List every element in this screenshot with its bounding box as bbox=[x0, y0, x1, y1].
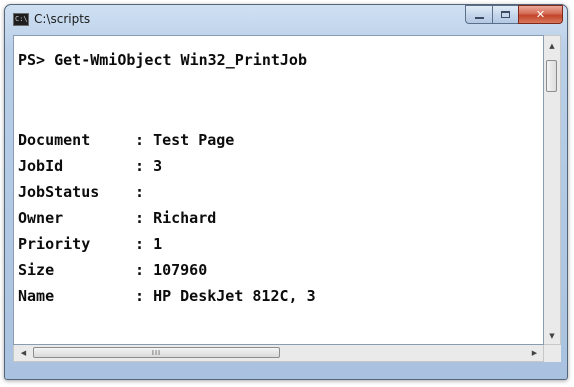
property-key: Owner bbox=[18, 209, 64, 227]
caption-buttons: ✕ bbox=[465, 5, 563, 24]
scroll-up-icon[interactable]: ▲ bbox=[544, 37, 560, 54]
property-value: 107960 bbox=[153, 261, 208, 279]
property-row-owner: Owner: Richard bbox=[18, 210, 216, 227]
property-value: Richard bbox=[153, 209, 217, 227]
property-row-priority: Priority: 1 bbox=[18, 236, 162, 253]
horizontal-scrollbar[interactable]: ◀ III ▶ bbox=[13, 345, 544, 362]
vertical-scrollbar[interactable]: ▲ ▼ bbox=[544, 35, 561, 345]
property-separator: : bbox=[135, 235, 145, 253]
minimize-button[interactable] bbox=[465, 5, 492, 24]
property-value: Test Page bbox=[153, 131, 235, 149]
close-button[interactable]: ✕ bbox=[518, 5, 563, 24]
property-separator: : bbox=[135, 183, 145, 201]
property-row-size: Size: 107960 bbox=[18, 262, 207, 279]
scroll-left-icon[interactable]: ◀ bbox=[15, 345, 32, 361]
maximize-button[interactable] bbox=[492, 5, 518, 24]
property-key: JobId bbox=[18, 157, 64, 175]
property-separator: : bbox=[135, 209, 145, 227]
console-icon[interactable]: C:\ bbox=[13, 13, 29, 26]
scroll-down-icon[interactable]: ▼ bbox=[544, 327, 560, 344]
property-value: 3 bbox=[153, 157, 163, 175]
property-row-name: Name: HP DeskJet 812C, 3 bbox=[18, 288, 316, 305]
property-key: Name bbox=[18, 287, 55, 305]
console-window: C:\ C:\scripts ✕ PS> Get-WmiObject Win32… bbox=[4, 4, 568, 380]
maximize-icon bbox=[501, 11, 510, 18]
property-separator: : bbox=[135, 131, 145, 149]
close-icon: ✕ bbox=[535, 8, 546, 21]
property-separator: : bbox=[135, 261, 145, 279]
property-row-document: Document: Test Page bbox=[18, 132, 234, 149]
property-value: HP DeskJet 812C, 3 bbox=[153, 287, 316, 305]
scrollbar-corner bbox=[544, 345, 561, 362]
console-output[interactable]: PS> Get-WmiObject Win32_PrintJob Documen… bbox=[13, 35, 544, 345]
property-key: Priority bbox=[18, 235, 91, 253]
property-value: 1 bbox=[153, 235, 163, 253]
property-key: Size bbox=[18, 261, 55, 279]
title-bar[interactable]: C:\ C:\scripts ✕ bbox=[5, 5, 567, 35]
scroll-right-icon[interactable]: ▶ bbox=[526, 345, 543, 361]
property-row-jobid: JobId: 3 bbox=[18, 158, 162, 175]
property-row-jobstatus: JobStatus: bbox=[18, 184, 153, 201]
window-title: C:\scripts bbox=[34, 12, 91, 26]
property-separator: : bbox=[135, 157, 145, 175]
horizontal-scroll-thumb[interactable]: III bbox=[33, 347, 280, 358]
grip-icon: III bbox=[151, 348, 162, 357]
command-prompt-line: PS> Get-WmiObject Win32_PrintJob bbox=[18, 51, 307, 69]
minimize-icon bbox=[474, 16, 484, 19]
property-key: Document bbox=[18, 131, 91, 149]
vertical-scroll-thumb[interactable] bbox=[546, 60, 557, 92]
property-key: JobStatus bbox=[18, 183, 100, 201]
property-separator: : bbox=[135, 287, 145, 305]
